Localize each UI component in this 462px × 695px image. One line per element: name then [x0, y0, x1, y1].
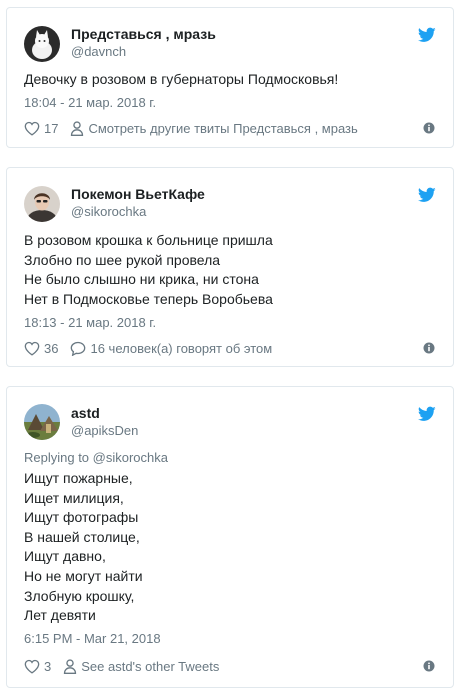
tweet-line: В нашей столице,	[24, 528, 140, 545]
display-name[interactable]: Представься , мразь	[71, 26, 216, 42]
user-handle[interactable]: @apiksDen	[71, 423, 138, 438]
tweet-card[interactable]: Представься , мразь @davnch Девочку в ро…	[6, 7, 454, 148]
tweet-line: В розовом крошка к больнице пришла	[24, 232, 273, 248]
speech-bubble-icon	[71, 341, 86, 356]
tweet-card[interactable]: Покемон ВьетКафе @sikorochka В розовом к…	[6, 167, 454, 367]
tweet-text: Девочку в розовом в губернаторы Подмоско…	[24, 70, 338, 90]
like-count: 36	[44, 340, 59, 356]
heart-icon	[24, 121, 40, 136]
display-name[interactable]: astd	[71, 405, 100, 421]
twitter-bird-icon[interactable]	[418, 27, 436, 43]
timestamp[interactable]: 6:15 PM - Mar 21, 2018	[24, 631, 161, 646]
tweet-actions: 3 See astd's other Tweets	[24, 657, 436, 675]
tweet-line: Ищут давно,	[24, 548, 106, 565]
info-icon[interactable]	[422, 341, 436, 355]
like-button[interactable]: 36	[24, 341, 58, 356]
user-handle[interactable]: @davnch	[71, 44, 126, 59]
avatar[interactable]	[24, 186, 60, 222]
secondary-action-label: Смотреть другие твиты Представься , мраз…	[88, 120, 358, 136]
heart-icon	[24, 341, 40, 356]
people-talking-link[interactable]: 16 человек(а) говорят об этом	[70, 341, 272, 356]
tweet-actions: 36 16 человек(а) говорят об этом	[24, 339, 436, 357]
tweet-text: Ищут пожарные, Ищет милиция, Ищут фотогр…	[24, 469, 143, 626]
tweet-actions: 17 Смотреть другие твиты Представься , м…	[24, 119, 436, 137]
timestamp[interactable]: 18:04 - 21 мар. 2018 г.	[24, 95, 156, 110]
see-other-tweets-link[interactable]: Смотреть другие твиты Представься , мраз…	[70, 120, 358, 136]
like-button[interactable]: 3	[24, 659, 51, 674]
info-icon[interactable]	[422, 121, 436, 135]
tweet-line: Не было слышно ни крика, ни стона	[24, 271, 259, 288]
avatar[interactable]	[24, 26, 60, 62]
info-icon[interactable]	[422, 659, 436, 673]
like-count: 17	[44, 120, 59, 136]
avatar[interactable]	[24, 404, 60, 440]
timestamp[interactable]: 18:13 - 21 мар. 2018 г.	[24, 315, 156, 330]
twitter-bird-icon[interactable]	[418, 406, 436, 422]
secondary-action-label: 16 человек(а) говорят об этом	[90, 340, 273, 356]
like-button[interactable]: 17	[24, 121, 58, 136]
tweet-line: Нет в Подмосковье теперь Воробьева	[24, 290, 273, 307]
secondary-action-label: See astd's other Tweets	[81, 658, 220, 674]
twitter-bird-icon[interactable]	[418, 187, 436, 203]
like-count: 3	[44, 658, 52, 674]
see-other-tweets-link[interactable]: See astd's other Tweets	[63, 659, 219, 674]
tweet-line: Ищут пожарные,	[24, 470, 133, 486]
heart-icon	[24, 659, 40, 674]
tweet-feed: Представься , мразь @davnch Девочку в ро…	[0, 0, 462, 695]
tweet-line: Злобно по шее рукой провела	[24, 251, 221, 268]
tweet-line: Злобную крошку,	[24, 587, 135, 604]
tweet-line: Ищет милиция,	[24, 489, 124, 506]
tweet-line: Лет девяти	[24, 607, 96, 624]
replying-to-link[interactable]: Replying to @sikorochka	[24, 450, 168, 465]
display-name[interactable]: Покемон ВьетКафе	[71, 186, 205, 202]
tweet-line: Ищут фотографы	[24, 509, 139, 526]
user-handle[interactable]: @sikorochka	[71, 204, 146, 219]
tweet-card[interactable]: astd @apiksDen Replying to @sikorochka И…	[6, 386, 454, 688]
tweet-text: В розовом крошка к больнице пришла Злобн…	[24, 231, 273, 309]
tweet-line: Девочку в розовом в губернаторы Подмоско…	[24, 71, 339, 87]
person-icon	[64, 658, 77, 674]
tweet-line: Но не могут найти	[24, 567, 143, 584]
person-icon	[71, 120, 84, 136]
